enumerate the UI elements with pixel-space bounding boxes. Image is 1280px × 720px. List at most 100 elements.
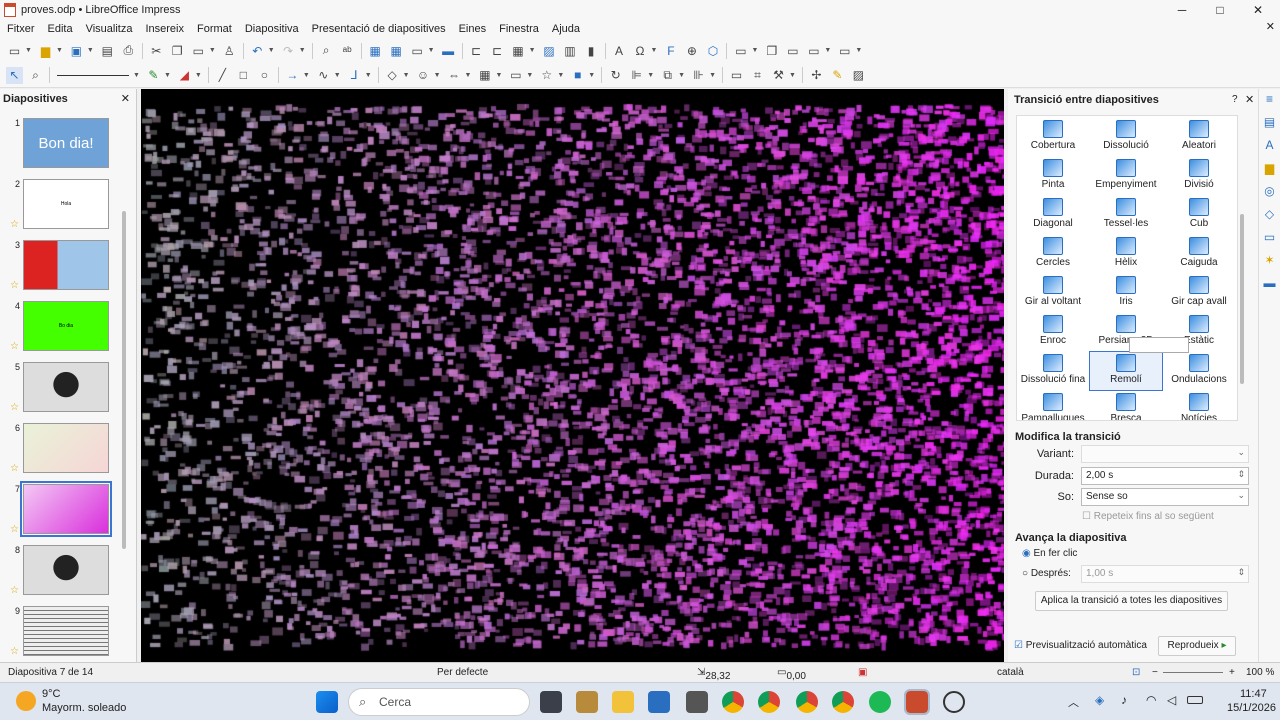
app-icon[interactable]: [576, 691, 598, 713]
duration-spinner[interactable]: 2,00 s ⇕: [1081, 467, 1249, 485]
taskbar-search[interactable]: ⌕ Cerca: [348, 688, 530, 716]
weather-sun-icon[interactable]: [16, 691, 36, 711]
duplicate-slide-icon[interactable]: ❐: [763, 42, 780, 59]
select-pointer-icon[interactable]: ↖: [6, 66, 23, 84]
clone-formatting-icon[interactable]: ♙: [221, 42, 238, 59]
align-icon[interactable]: ⊫: [628, 67, 645, 84]
help-icon[interactable]: ?: [1232, 94, 1238, 105]
copy-icon[interactable]: ❐: [169, 42, 186, 59]
transition-iris[interactable]: Iris: [1090, 274, 1162, 312]
new-slide-icon[interactable]: ▭: [732, 42, 749, 59]
transition-gir-al-voltant[interactable]: Gir al voltant: [1017, 274, 1089, 312]
textbox-icon[interactable]: A: [611, 42, 628, 59]
repeat-sound-checkbox[interactable]: ☐ Repeteix fins al so següent: [1082, 511, 1214, 522]
slide-thumbnail-8[interactable]: 8 ☆: [0, 545, 120, 603]
spotify-icon[interactable]: [869, 691, 891, 713]
zoom-out-icon[interactable]: −: [1152, 667, 1158, 678]
sidebar-menu-icon[interactable]: ≡: [1263, 92, 1277, 106]
show-draw-functions-icon[interactable]: ⬡: [704, 42, 721, 59]
transition-divisi-[interactable]: Divisió: [1163, 157, 1235, 195]
transition-cercles[interactable]: Cercles: [1017, 235, 1089, 273]
transition-caiguda[interactable]: Caiguda: [1163, 235, 1235, 273]
paste-icon[interactable]: ▭: [190, 42, 207, 59]
zoom-in-icon[interactable]: +: [1229, 667, 1235, 678]
animation-icon[interactable]: ✶: [1263, 253, 1277, 267]
helplines-icon[interactable]: ▦: [388, 42, 405, 59]
transition-grid-scrollbar[interactable]: [1240, 214, 1244, 384]
menu-format[interactable]: Format: [197, 23, 232, 35]
apply-to-all-button[interactable]: Aplica la transició a totes les diaposit…: [1035, 591, 1228, 611]
rotate-icon[interactable]: ↻: [607, 67, 624, 84]
redo-icon[interactable]: ↷: [280, 42, 297, 59]
transition-aleatori[interactable]: Aleatori: [1163, 118, 1235, 156]
media-icon[interactable]: ▮: [583, 42, 600, 59]
slide-transition-icon[interactable]: ▭: [1263, 230, 1277, 244]
line-style-select[interactable]: [57, 74, 129, 76]
chrome-icon[interactable]: [758, 691, 780, 713]
grid-icon[interactable]: ▦: [367, 42, 384, 59]
task-view-icon[interactable]: [540, 691, 562, 713]
navigator-icon[interactable]: ◎: [1263, 184, 1277, 198]
chrome-icon[interactable]: [722, 691, 744, 713]
start-first-slide-icon[interactable]: ⊏: [468, 42, 485, 59]
autopreview-checkbox[interactable]: ☑ Previsualització automàtica: [1014, 640, 1147, 651]
distribute-icon[interactable]: ⊪: [690, 67, 707, 84]
menu-file[interactable]: Fitxer: [7, 23, 35, 35]
fontwork-icon[interactable]: F: [662, 42, 679, 59]
line-icon[interactable]: ╱: [214, 67, 231, 84]
shield-icon[interactable]: ◈: [1095, 693, 1104, 707]
transition-dissoluci-fina[interactable]: Dissolució fina: [1017, 352, 1089, 390]
transition-ondulacions[interactable]: Ondulacions: [1163, 352, 1235, 390]
undo-icon[interactable]: ↶: [249, 42, 266, 59]
on-click-radio[interactable]: ◉ En fer clic: [1022, 548, 1077, 559]
tray-chevron-icon[interactable]: ︿: [1068, 694, 1079, 710]
play-button[interactable]: Reprodueix ▸: [1158, 636, 1236, 656]
maximize-button[interactable]: □: [1200, 0, 1240, 20]
slide-thumbnail-6[interactable]: 6 ☆: [0, 423, 120, 481]
slide-layout-icon[interactable]: ▭: [805, 42, 822, 59]
slides-scrollbar[interactable]: [122, 211, 126, 549]
chrome-icon[interactable]: [832, 691, 854, 713]
rectangle-icon[interactable]: □: [235, 67, 252, 84]
print-icon[interactable]: ⎙: [120, 42, 137, 59]
lines-arrows-icon[interactable]: →: [284, 67, 301, 84]
stars-icon[interactable]: ☆: [538, 67, 555, 84]
slide-thumbnail-1[interactable]: 1 Bon dia!: [0, 118, 120, 176]
transition-gir-cap-avall[interactable]: Gir cap avall: [1163, 274, 1235, 312]
filter-icon[interactable]: ⚒: [770, 67, 787, 84]
zoom-level[interactable]: 100 %: [1246, 667, 1274, 678]
transition-h-lix[interactable]: Hèlix: [1090, 235, 1162, 273]
volume-icon[interactable]: ◁: [1167, 693, 1176, 707]
menu-tools[interactable]: Eines: [459, 23, 487, 35]
table-icon[interactable]: ▦: [510, 42, 527, 59]
wifi-icon[interactable]: ◠: [1146, 693, 1156, 707]
display-mode-icon[interactable]: ▭: [836, 42, 853, 59]
save-icon[interactable]: ▣: [68, 42, 85, 59]
after-time-spinner[interactable]: 1,00 s ⇕: [1081, 565, 1249, 583]
line-color-icon[interactable]: ✎: [145, 67, 162, 84]
ellipse-icon[interactable]: ○: [256, 67, 273, 84]
close-document-button[interactable]: ✕: [1266, 20, 1275, 33]
transition-pinta[interactable]: Pinta: [1017, 157, 1089, 195]
transition-pampallugues[interactable]: Pampallugues: [1017, 391, 1089, 420]
slide-thumbnail-2[interactable]: 2 Hola ☆: [0, 179, 120, 237]
file-explorer-icon[interactable]: [612, 691, 634, 713]
gallery-icon[interactable]: ▆: [1263, 161, 1277, 175]
delete-slide-icon[interactable]: ▭: [784, 42, 801, 59]
microphone-icon[interactable]: ♪: [1121, 693, 1127, 707]
open-icon[interactable]: ▆: [37, 42, 54, 59]
transition-empenyiment[interactable]: Empenyiment: [1090, 157, 1162, 195]
transition-bresca[interactable]: Bresca: [1090, 391, 1162, 420]
shapes-icon[interactable]: ◇: [1263, 207, 1277, 221]
symbol-shapes-icon[interactable]: ☺: [415, 67, 432, 84]
crop-icon[interactable]: ⌗: [749, 67, 766, 84]
master-slide-icon[interactable]: ▬: [440, 42, 457, 59]
language-status[interactable]: català: [997, 667, 1024, 678]
slide-thumbnail-3[interactable]: 3 ☆: [0, 240, 120, 298]
master-slides-icon[interactable]: ▬: [1263, 276, 1277, 290]
chart-icon[interactable]: ▥: [562, 42, 579, 59]
new-icon[interactable]: ▭: [6, 42, 23, 59]
hyperlink-icon[interactable]: ⊕: [683, 42, 700, 59]
connectors-icon[interactable]: ⅃: [346, 67, 363, 84]
windows-start-icon[interactable]: [316, 691, 338, 713]
